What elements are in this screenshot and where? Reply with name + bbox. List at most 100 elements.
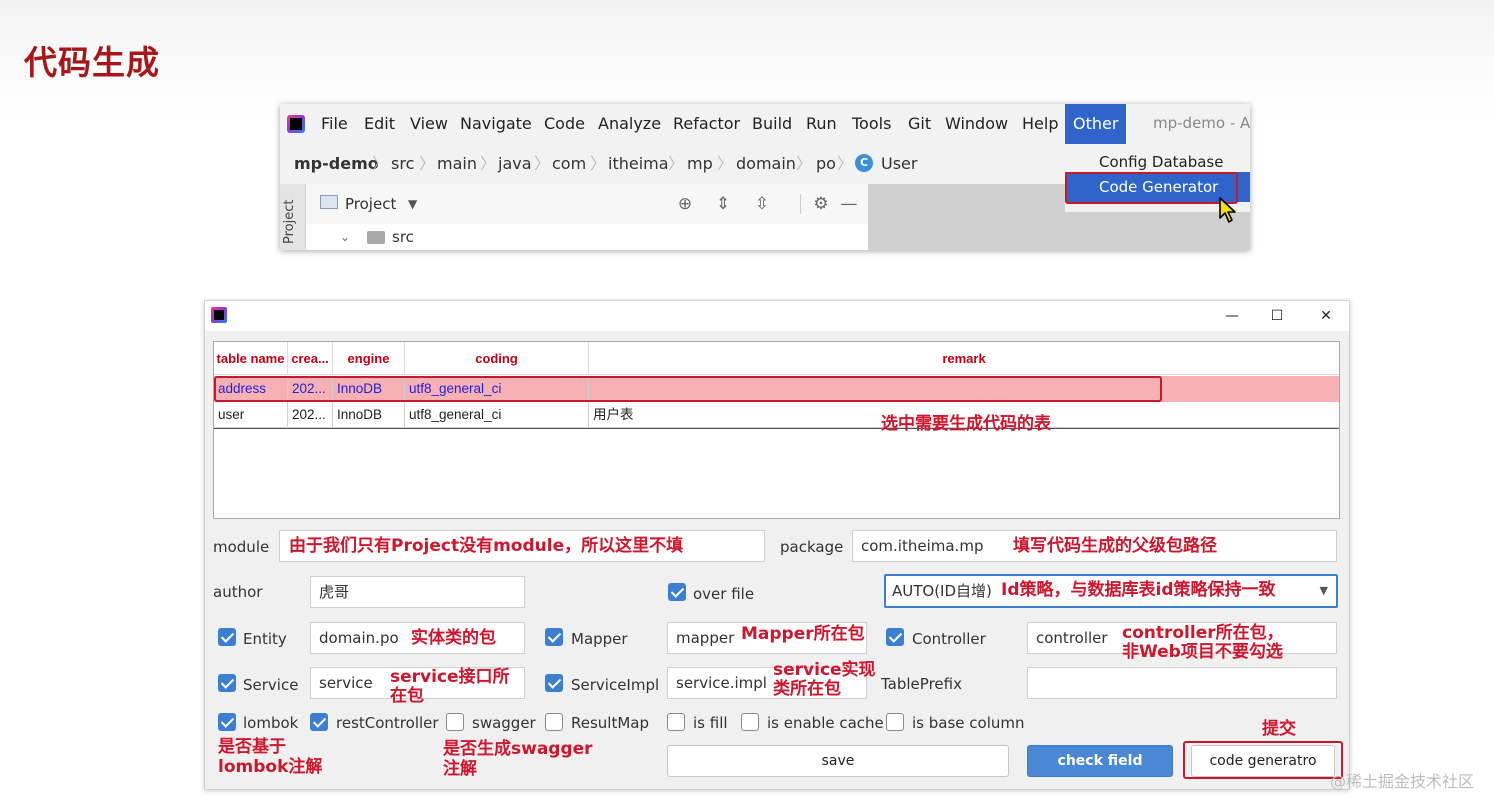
- project-tool-tab[interactable]: Project: [282, 200, 297, 244]
- menu-edit[interactable]: Edit: [364, 104, 395, 144]
- tool-window-strip: Project: [280, 184, 306, 250]
- breadcrumb-mp[interactable]: mp: [687, 144, 713, 184]
- lombok-label: lombok: [243, 714, 299, 732]
- minimize-button[interactable]: —: [1209, 301, 1255, 331]
- minimize-icon[interactable]: —: [838, 193, 860, 215]
- tableprefix-label: TablePrefix: [881, 675, 962, 693]
- close-button[interactable]: ✕: [1303, 301, 1349, 331]
- table-row[interactable]: user 202... InnoDB utf8_general_ci 用户表: [214, 402, 1339, 428]
- menu-file[interactable]: File: [321, 104, 348, 144]
- check-field-button[interactable]: check field: [1027, 745, 1173, 777]
- tableprefix-input[interactable]: [1027, 667, 1337, 699]
- restcontroller-checkbox[interactable]: [310, 713, 328, 731]
- mapper-checkbox[interactable]: [545, 628, 563, 646]
- code-generator-dialog: — ☐ ✕ table name crea... engine coding r…: [204, 300, 1350, 790]
- maximize-button[interactable]: ☐: [1254, 301, 1300, 331]
- menu-view[interactable]: View: [410, 104, 448, 144]
- menu-help[interactable]: Help: [1022, 104, 1058, 144]
- serviceimpl-checkbox[interactable]: [545, 674, 563, 692]
- annotation-service-2: 在包: [390, 686, 424, 706]
- ide-window: File Edit View Navigate Code Analyze Ref…: [280, 104, 1250, 250]
- package-label: package: [780, 538, 844, 556]
- breadcrumb-separator: 〉: [668, 154, 685, 173]
- controller-checkbox[interactable]: [886, 628, 904, 646]
- menu-analyze[interactable]: Analyze: [598, 104, 661, 144]
- gear-icon[interactable]: ⚙: [810, 193, 832, 215]
- column-create-time[interactable]: crea...: [288, 342, 333, 375]
- controller-label: Controller: [912, 630, 986, 648]
- column-remark[interactable]: remark: [589, 342, 1339, 375]
- save-button[interactable]: save: [667, 745, 1009, 777]
- watermark: @稀土掘金技术社区: [1330, 772, 1475, 791]
- menu-run[interactable]: Run: [806, 104, 837, 144]
- annotation-id-strategy: Id策略，与数据库表id策略保持一致: [1001, 580, 1276, 600]
- breadcrumb-domain[interactable]: domain: [736, 144, 796, 184]
- menu-bar: File Edit View Navigate Code Analyze Ref…: [280, 104, 1250, 144]
- locate-icon[interactable]: ⊕: [674, 193, 696, 215]
- annotation-lombok-2: lombok注解: [218, 757, 323, 777]
- expand-all-icon[interactable]: ⇕: [712, 193, 734, 215]
- row-divider: [214, 428, 1339, 429]
- entity-checkbox[interactable]: [218, 628, 236, 646]
- breadcrumb-po[interactable]: po: [816, 144, 836, 184]
- column-engine[interactable]: engine: [333, 342, 405, 375]
- menu-refactor[interactable]: Refactor: [673, 104, 740, 144]
- annotation-lombok-1: 是否基于: [218, 737, 286, 757]
- mouse-cursor-icon: [1219, 197, 1236, 223]
- swagger-checkbox[interactable]: [446, 713, 464, 731]
- cell-coding: utf8_general_ci: [405, 402, 589, 428]
- chevron-down-icon: ▼: [1319, 584, 1328, 597]
- menu-git[interactable]: Git: [908, 104, 931, 144]
- annotation-mapper: Mapper所在包: [741, 624, 865, 644]
- enable-cache-label: is enable cache: [767, 714, 884, 732]
- window-title: mp-demo - A: [1153, 114, 1250, 132]
- table-list: table name crea... engine coding remark …: [213, 341, 1340, 519]
- annotation-select-table: 选中需要生成代码的表: [881, 414, 1051, 434]
- breadcrumb-com[interactable]: com: [552, 144, 586, 184]
- breadcrumb-java[interactable]: java: [498, 144, 532, 184]
- chevron-down-icon[interactable]: ▼: [408, 184, 417, 224]
- breadcrumb-class-user[interactable]: User: [881, 144, 917, 184]
- project-panel: Project ▼ ⊕ ⇕ ⇳ ⚙ — ⌄ src: [306, 184, 868, 250]
- annotation-swagger-1: 是否生成swagger: [443, 739, 593, 759]
- annotation-entity: 实体类的包: [411, 628, 496, 648]
- author-label: author: [213, 583, 263, 601]
- code-generator-highlight: [1065, 172, 1238, 204]
- over-file-checkbox[interactable]: [668, 583, 686, 601]
- menu-build[interactable]: Build: [752, 104, 792, 144]
- mapper-label: Mapper: [571, 630, 628, 648]
- breadcrumb-project[interactable]: mp-demo: [294, 144, 379, 184]
- is-fill-checkbox[interactable]: [667, 713, 685, 731]
- annotation-controller-1: controller所在包，: [1122, 623, 1284, 643]
- menu-other[interactable]: Other: [1065, 104, 1127, 144]
- breadcrumb-src[interactable]: src: [391, 144, 414, 184]
- menu-navigate[interactable]: Navigate: [460, 104, 532, 144]
- menu-window[interactable]: Window: [945, 104, 1008, 144]
- column-table-name[interactable]: table name: [214, 342, 288, 375]
- dialog-titlebar: — ☐ ✕: [205, 301, 1349, 331]
- breadcrumb-main[interactable]: main: [437, 144, 477, 184]
- project-view-title[interactable]: Project: [345, 184, 396, 224]
- submit-highlight: [1183, 741, 1343, 779]
- breadcrumb-itheima[interactable]: itheima: [608, 144, 669, 184]
- chevron-down-icon[interactable]: ⌄: [340, 224, 350, 250]
- resultmap-checkbox[interactable]: [545, 713, 563, 731]
- selected-row-highlight: [214, 376, 1162, 402]
- service-checkbox[interactable]: [218, 674, 236, 692]
- resultmap-label: ResultMap: [571, 714, 650, 732]
- author-input[interactable]: 虎哥: [310, 576, 525, 608]
- breadcrumb-separator: 〉: [419, 154, 436, 173]
- menu-code[interactable]: Code: [544, 104, 585, 144]
- tree-item-src[interactable]: ⌄ src: [306, 224, 868, 250]
- intellij-logo-icon: [211, 307, 227, 323]
- menu-tools[interactable]: Tools: [852, 104, 891, 144]
- collapse-all-icon[interactable]: ⇳: [751, 193, 773, 215]
- over-file-label: over file: [693, 585, 755, 603]
- enable-cache-checkbox[interactable]: [741, 713, 759, 731]
- project-panel-header: Project ▼ ⊕ ⇕ ⇳ ⚙ —: [306, 184, 868, 224]
- lombok-checkbox[interactable]: [218, 713, 236, 731]
- editor-area: [868, 184, 1065, 250]
- annotation-swagger-2: 注解: [443, 759, 477, 779]
- column-coding[interactable]: coding: [405, 342, 589, 375]
- base-column-checkbox[interactable]: [886, 713, 904, 731]
